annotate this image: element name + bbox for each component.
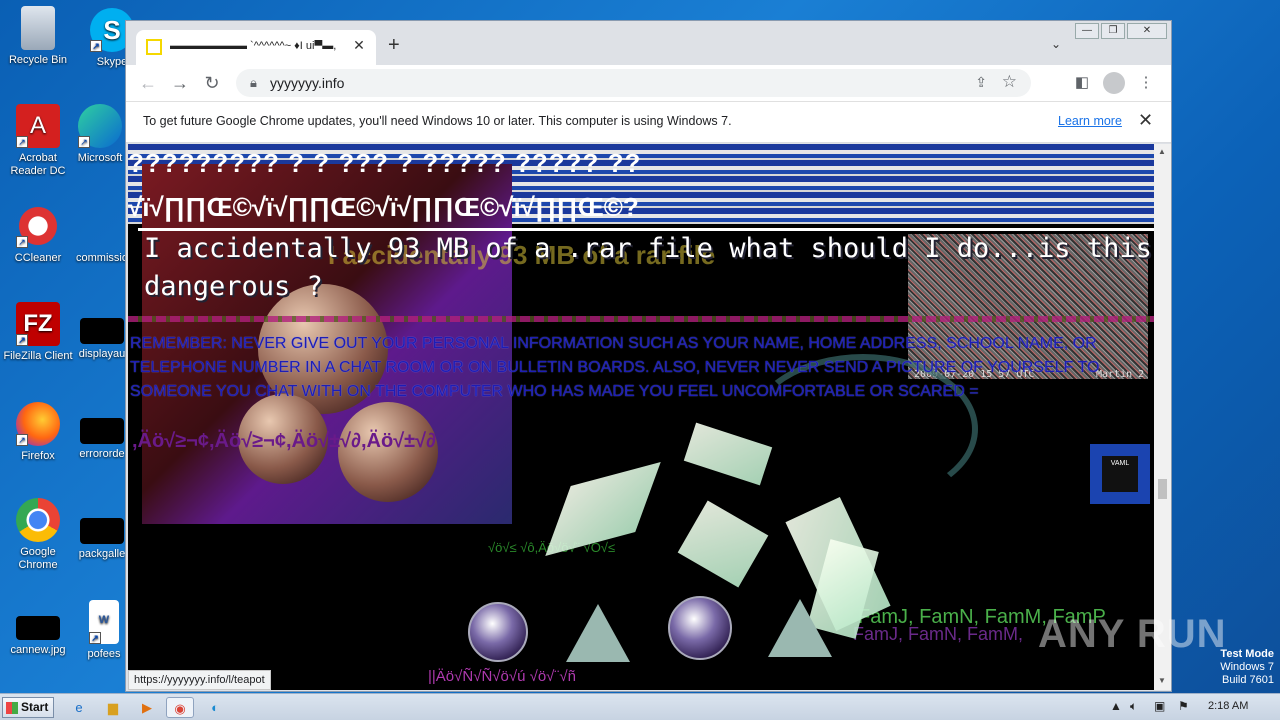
learn-more-link[interactable]: Learn more <box>1058 114 1122 128</box>
volume-icon[interactable]: 🔈︎ <box>1130 699 1137 714</box>
chrome-icon <box>16 498 60 542</box>
pyramid-graphic <box>566 604 630 662</box>
file-icon <box>80 318 124 344</box>
acrobat-icon: A ↗ <box>16 104 60 148</box>
glass-orb-graphic <box>468 602 528 662</box>
tray-expand-icon[interactable]: ▲ <box>1110 699 1122 713</box>
address-url[interactable]: yyyyyyy.info <box>270 75 344 91</box>
address-bar[interactable]: 🔒︎ yyyyyyy.info ⇪ ☆ <box>236 69 1031 97</box>
divider-strip <box>128 316 1154 322</box>
windows-logo-icon <box>6 702 18 714</box>
minimize-button[interactable]: — <box>1075 23 1099 39</box>
torus-orb-graphic <box>668 596 732 660</box>
start-label: Start <box>21 700 49 714</box>
word-document-icon: W ↗ <box>89 600 119 644</box>
safety-warning-text: REMEMBER: NEVER GIVE OUT YOUR PERSONAL I… <box>130 335 1100 400</box>
bookmark-star-icon[interactable]: ☆ <box>1002 72 1017 92</box>
infobar-close-icon[interactable]: ✕ <box>1138 110 1153 131</box>
lock-icon[interactable]: 🔒︎ <box>250 75 257 91</box>
scrollbar-thumb[interactable] <box>1158 479 1167 499</box>
page-scrollbar[interactable]: ▲ ▼ <box>1154 144 1171 690</box>
edge-taskbar-icon[interactable]: ◐ <box>204 697 226 718</box>
desktop-icon-label: cannew.jpg <box>10 644 66 656</box>
media-player-icon[interactable]: ▶ <box>136 697 158 718</box>
tab-search-chevron-down-icon[interactable]: ⌄ <box>1051 37 1061 51</box>
start-button[interactable]: Start <box>2 697 54 718</box>
firefox-icon: ↗ <box>16 402 60 446</box>
desktop-icon-recycle-bin[interactable]: Recycle Bin <box>0 6 76 67</box>
edge-icon: ↗ <box>78 104 122 148</box>
network-icon[interactable]: ▣ <box>1154 699 1165 713</box>
profile-avatar-icon[interactable] <box>1102 71 1126 95</box>
recycle-bin-icon <box>21 6 55 50</box>
tab-close-icon[interactable]: ✕ <box>350 37 368 55</box>
garbled-heading-1: ????????? ? ? ??? ? ????? ????? ?? <box>128 148 642 178</box>
infobar-message: To get future Google Chrome updates, you… <box>143 114 732 128</box>
test-mode-label: Test Mode <box>1220 648 1274 660</box>
tab-title: ▬▬▬▬▬▬▬ `^^^^^^~ ♦I ui▀▬, <box>170 40 337 52</box>
garbled-text: ,Äö√≥¬¢,Äö√≥¬¢,Äö√±√∂,Äö√±√∂ <box>132 430 437 452</box>
reload-icon[interactable]: ↻ <box>200 71 224 95</box>
filezilla-icon: FZ ↗ <box>16 302 60 346</box>
garbled-text-bottom: ||Äö√Ñ√Ñ√ö√ú √ö√¨√ñ <box>428 668 576 685</box>
tab-strip: ▬▬▬▬▬▬▬ `^^^^^^~ ♦I ui▀▬, ✕ + ⌄ — ❐ ✕ <box>126 21 1171 65</box>
update-infobar: To get future Google Chrome updates, you… <box>126 101 1171 143</box>
close-window-button[interactable]: ✕ <box>1127 23 1167 39</box>
chrome-taskbar-icon[interactable]: ◉ <box>166 697 194 718</box>
file-icon <box>80 418 124 444</box>
browser-tab[interactable]: ▬▬▬▬▬▬▬ `^^^^^^~ ♦I ui▀▬, ✕ <box>136 30 376 65</box>
back-arrow-icon[interactable]: ← <box>136 71 160 95</box>
browser-toolbar: ← → ↻ 🔒︎ yyyyyyy.info ⇪ ☆ ◧ ⋮ <box>126 65 1171 101</box>
share-icon[interactable]: ⇪ <box>975 74 987 91</box>
taskbar: Start e ▆ ▶ ◉ ◐ ▲ 🔈︎ ▣ ⚑ 2:18 AM <box>0 693 1280 720</box>
taskbar-clock[interactable]: 2:18 AM <box>1208 700 1248 712</box>
file-explorer-icon[interactable]: ▆ <box>102 697 124 718</box>
anyrun-watermark: ANY RUN <box>1038 612 1227 656</box>
link-status-bubble: https://yyyyyyy.info/l/teapot <box>128 670 271 690</box>
scroll-up-arrow-icon[interactable]: ▲ <box>1158 147 1166 156</box>
build-label: Build 7601 <box>1222 674 1274 686</box>
forward-arrow-icon[interactable]: → <box>168 71 192 95</box>
test-mode-notice: Test Mode Windows 7 Build 7601 <box>1220 648 1274 687</box>
desktop-icon-cannew[interactable]: cannew.jpg <box>0 616 76 657</box>
file-icon <box>80 518 124 544</box>
ccleaner-icon: ↗ <box>16 204 60 248</box>
garbled-heading-2: √ï√∏∏Œ©√ï√∏∏Œ©√ï√∏∏Œ©√ï√∏∏Œ©? <box>128 192 639 222</box>
page-headline: I accidentally 93 MB of a .rar file what… <box>144 233 1152 302</box>
side-panel-icon[interactable]: ◧ <box>1070 71 1094 95</box>
page-favicon-icon <box>146 39 162 55</box>
menu-kebab-icon[interactable]: ⋮ <box>1134 71 1158 95</box>
internet-explorer-icon[interactable]: e <box>68 697 90 718</box>
chrome-window: ▬▬▬▬▬▬▬ `^^^^^^~ ♦I ui▀▬, ✕ + ⌄ — ❐ ✕ ← … <box>125 20 1172 692</box>
pyramid-graphic <box>768 599 832 657</box>
scroll-down-arrow-icon[interactable]: ▼ <box>1158 676 1166 685</box>
vaml-badge-label: VAML <box>1102 456 1138 492</box>
crystal-shard-graphic <box>677 500 769 588</box>
restore-button[interactable]: ❐ <box>1101 23 1125 39</box>
vaml-badge: VAML <box>1090 444 1150 504</box>
file-icon <box>80 204 124 248</box>
image-file-icon <box>16 616 60 640</box>
action-center-flag-icon[interactable]: ⚑ <box>1178 699 1189 713</box>
os-label: Windows 7 <box>1220 661 1274 673</box>
desktop-icon-label: Recycle Bin <box>8 54 68 66</box>
web-page-content: 2009-07-20 15 57 UTC Martin 2 ????????? … <box>128 144 1154 690</box>
new-tab-button[interactable]: + <box>388 34 400 57</box>
